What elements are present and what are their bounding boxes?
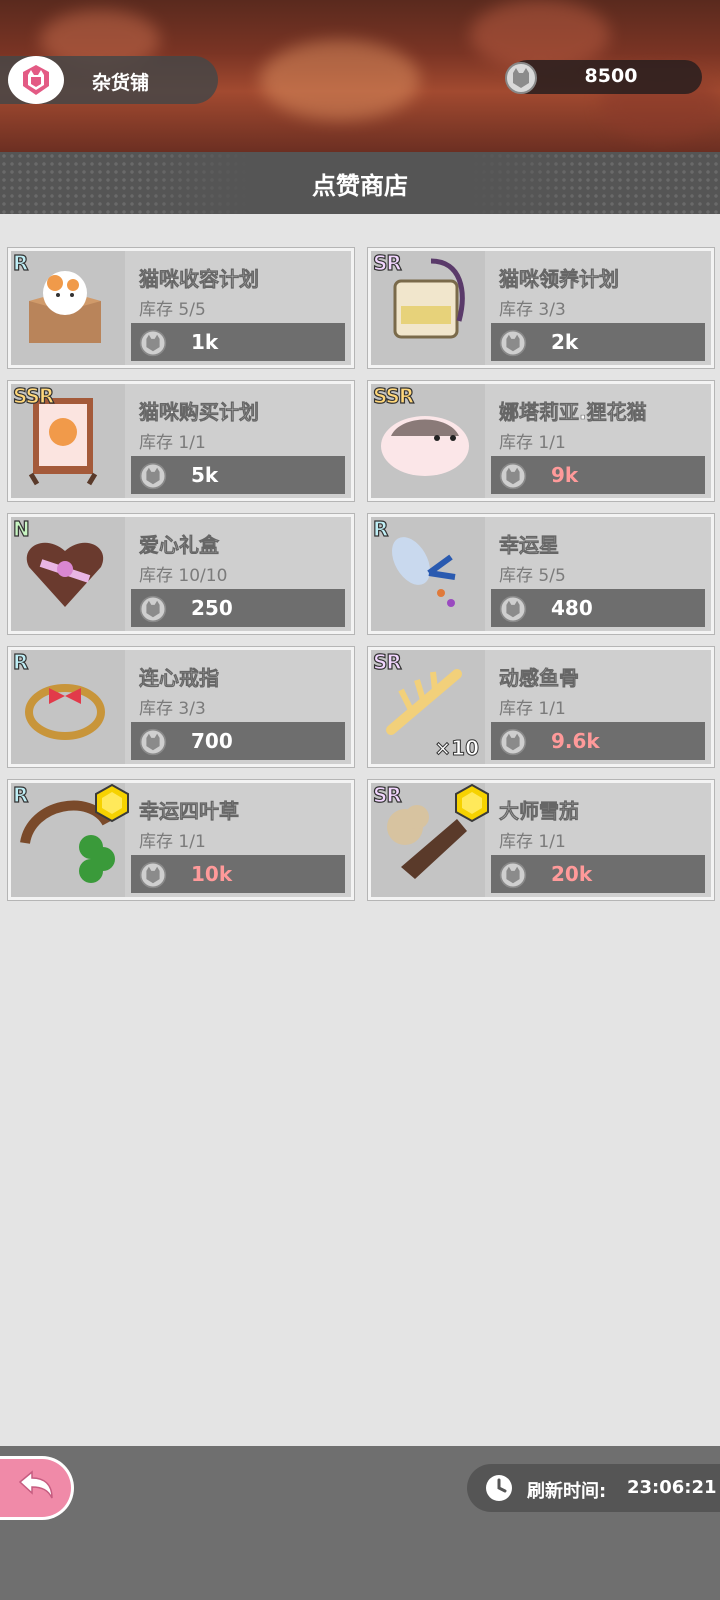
cat-coin-icon xyxy=(139,462,167,494)
buy-button[interactable]: 250 xyxy=(131,589,345,627)
buy-button[interactable]: 9k xyxy=(491,456,705,494)
item-name: 连心戒指 xyxy=(139,666,220,691)
item-stock: 库存 1/1 xyxy=(499,433,566,453)
rarity-badge: R xyxy=(12,782,29,807)
clock-icon xyxy=(485,1474,513,1506)
shop-item-card-1[interactable]: R 猫咪收容计划 库存 5/5 1k xyxy=(8,248,354,368)
shop-item-card-6[interactable]: R 幸运星 库存 5/5 480 xyxy=(368,514,714,634)
cat-coin-icon xyxy=(499,329,527,361)
cat-coin-icon xyxy=(139,595,167,627)
buy-button[interactable]: 1k xyxy=(131,323,345,361)
item-name: 猫咪收容计划 xyxy=(139,267,260,292)
shop-name-pill[interactable]: 杂货铺 xyxy=(0,56,218,104)
rarity-badge: SR xyxy=(372,250,402,275)
item-name: 动感鱼骨 xyxy=(499,666,580,691)
cat-coin-icon xyxy=(139,728,167,760)
cat-coin-icon xyxy=(504,61,538,99)
rarity-badge: SR xyxy=(372,782,402,807)
rarity-badge: SSR xyxy=(12,383,55,408)
item-stock: 库存 3/3 xyxy=(139,699,206,719)
item-price: 2k xyxy=(551,330,579,354)
shop-item-card-2[interactable]: SR 猫咪领养计划 库存 3/3 2k xyxy=(368,248,714,368)
shop-name: 杂货铺 xyxy=(92,72,150,94)
item-price: 700 xyxy=(191,729,233,753)
cat-coin-icon xyxy=(139,329,167,361)
item-price: 480 xyxy=(551,596,593,620)
item-image xyxy=(11,251,125,365)
cat-shield-icon xyxy=(8,56,64,104)
shop-item-card-3[interactable]: SSR 猫咪购买计划 库存 1/1 5k xyxy=(8,381,354,501)
item-price: 5k xyxy=(191,463,219,487)
rarity-badge: R xyxy=(372,516,389,541)
cat-coin-icon xyxy=(499,462,527,494)
item-price: 1k xyxy=(191,330,219,354)
buy-button[interactable]: 9.6k xyxy=(491,722,705,760)
buy-button[interactable]: 2k xyxy=(491,323,705,361)
refresh-time: 23:06:21 xyxy=(627,1477,717,1498)
rarity-badge: R xyxy=(12,250,29,275)
cat-coin-icon xyxy=(139,861,167,893)
rarity-badge: R xyxy=(12,649,29,674)
page-title: 点赞商店 xyxy=(312,171,408,200)
item-image xyxy=(11,650,125,764)
shop-item-card-10[interactable]: SR 大师雪茄 库存 1/1 20k xyxy=(368,780,714,900)
item-stock: 库存 10/10 xyxy=(139,566,228,586)
back-arrow-icon xyxy=(16,1468,56,1508)
cat-coin-icon xyxy=(499,728,527,760)
item-name: 幸运四叶草 xyxy=(139,799,240,824)
title-bar: 点赞商店 xyxy=(0,152,720,214)
shop-item-card-8[interactable]: ×10 SR 动感鱼骨 库存 1/1 9.6k xyxy=(368,647,714,767)
shop-item-card-5[interactable]: N 爱心礼盒 库存 10/10 250 xyxy=(8,514,354,634)
currency-value: 8500 xyxy=(584,65,638,87)
shop-item-card-7[interactable]: R 连心戒指 库存 3/3 700 xyxy=(8,647,354,767)
yellow-gem-icon xyxy=(453,783,491,827)
item-stock: 库存 5/5 xyxy=(499,566,566,586)
rarity-badge: SSR xyxy=(372,383,415,408)
item-price: 20k xyxy=(551,862,593,886)
item-stock: 库存 1/1 xyxy=(139,832,206,852)
yellow-gem-icon xyxy=(93,783,131,827)
item-name: 娜塔莉亚.狸花猫 xyxy=(499,400,647,425)
item-stock: 库存 1/1 xyxy=(499,699,566,719)
refresh-timer: 刷新时间: 23:06:21 xyxy=(467,1464,720,1512)
buy-button[interactable]: 20k xyxy=(491,855,705,893)
item-name: 猫咪领养计划 xyxy=(499,267,620,292)
item-name: 幸运星 xyxy=(499,533,560,558)
item-price: 10k xyxy=(191,862,233,886)
item-name: 大师雪茄 xyxy=(499,799,580,824)
refresh-label: 刷新时间: xyxy=(527,1481,607,1502)
item-stock: 库存 1/1 xyxy=(139,433,206,453)
item-price: 250 xyxy=(191,596,233,620)
rarity-badge: SR xyxy=(372,649,402,674)
buy-button[interactable]: 480 xyxy=(491,589,705,627)
shop-item-card-9[interactable]: R 幸运四叶草 库存 1/1 10k xyxy=(8,780,354,900)
item-image xyxy=(371,517,485,631)
item-stock: 库存 5/5 xyxy=(139,300,206,320)
item-stock: 库存 1/1 xyxy=(499,832,566,852)
currency-display: 8500 xyxy=(505,60,702,94)
shop-item-card-4[interactable]: SSR 娜塔莉亚.狸花猫 库存 1/1 9k xyxy=(368,381,714,501)
cat-coin-icon xyxy=(499,595,527,627)
rarity-badge: N xyxy=(12,516,30,541)
item-quantity: ×10 xyxy=(434,736,480,761)
item-price: 9.6k xyxy=(551,729,600,753)
item-name: 猫咪购买计划 xyxy=(139,400,260,425)
item-name: 爱心礼盒 xyxy=(139,533,220,558)
item-price: 9k xyxy=(551,463,579,487)
item-stock: 库存 3/3 xyxy=(499,300,566,320)
buy-button[interactable]: 10k xyxy=(131,855,345,893)
buy-button[interactable]: 700 xyxy=(131,722,345,760)
cat-coin-icon xyxy=(499,861,527,893)
back-button[interactable] xyxy=(0,1456,74,1520)
buy-button[interactable]: 5k xyxy=(131,456,345,494)
